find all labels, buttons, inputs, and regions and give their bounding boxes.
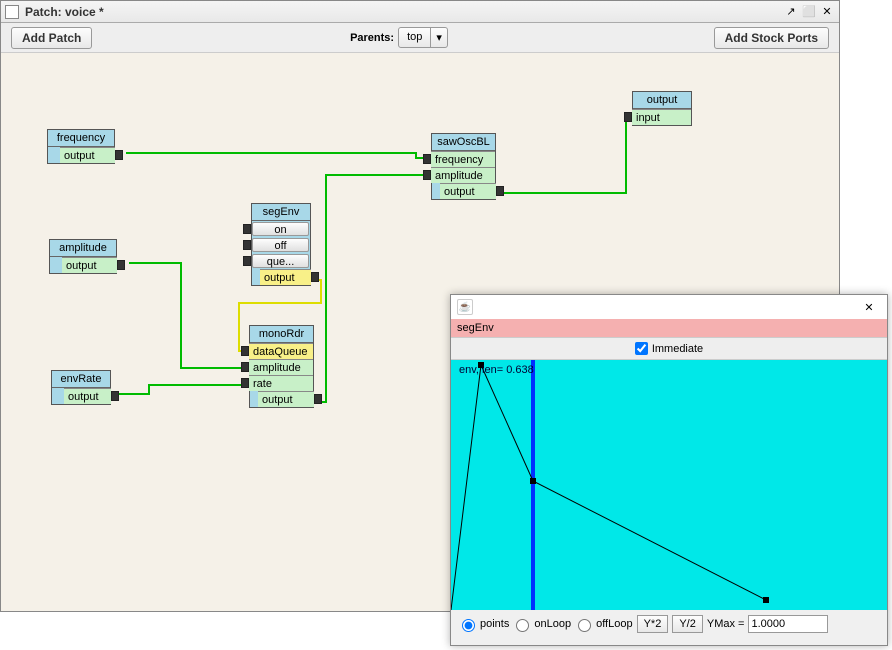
ymax-label: YMax = (707, 618, 745, 630)
detach-icon[interactable]: ↗ (783, 5, 799, 19)
node-output[interactable]: output input (632, 91, 692, 126)
port-in-icon[interactable] (243, 256, 251, 266)
y-div-2-button[interactable]: Y/2 (672, 615, 703, 633)
y-times-2-button[interactable]: Y*2 (637, 615, 669, 633)
immediate-label: Immediate (652, 343, 703, 355)
mode-radio-group: points onLoop offLoop (457, 616, 633, 632)
ymax-input[interactable] (748, 615, 828, 633)
port-que[interactable]: que... (252, 254, 309, 268)
radio-offloop[interactable]: offLoop (573, 616, 633, 632)
node-monordr[interactable]: monoRdr dataQueue amplitude rate output (249, 325, 314, 408)
node-title: segEnv (252, 204, 310, 221)
port-in-icon[interactable] (241, 346, 249, 356)
node-frequency[interactable]: frequency output (47, 129, 115, 164)
port-input[interactable]: input (632, 109, 691, 125)
port-out-icon[interactable] (115, 150, 123, 160)
parents-selected: top (399, 28, 430, 47)
port-out-icon[interactable] (314, 394, 322, 404)
port-amplitude[interactable]: amplitude (249, 359, 313, 375)
node-title: sawOscBL (432, 134, 495, 151)
immediate-checkbox[interactable] (635, 342, 648, 355)
port-amplitude[interactable]: amplitude (431, 167, 495, 183)
envelope-editor-window[interactable]: ☕ ✕ segEnv Immediate env, len= 0.638 poi… (450, 294, 888, 646)
toolbar: Add Patch Parents: top ▾ Add Stock Ports (1, 23, 839, 53)
envelope-canvas[interactable]: env, len= 0.638 (451, 360, 887, 610)
env-length-text: env, len= 0.638 (459, 364, 534, 376)
node-title: output (633, 92, 691, 109)
port-output[interactable]: output (440, 183, 496, 199)
port-frequency[interactable]: frequency (431, 151, 495, 167)
env-titlebar[interactable]: ☕ ✕ (451, 295, 887, 319)
node-title: amplitude (50, 240, 116, 257)
radio-onloop[interactable]: onLoop (511, 616, 571, 632)
radio-onloop-input[interactable] (516, 619, 529, 632)
port-out-icon[interactable] (311, 272, 319, 282)
env-header: segEnv (451, 319, 887, 338)
port-in-icon[interactable] (423, 170, 431, 180)
port-out-icon[interactable] (496, 186, 504, 196)
node-amplitude[interactable]: amplitude output (49, 239, 117, 274)
node-envrate[interactable]: envRate output (51, 370, 111, 405)
window-icon (5, 5, 19, 19)
immediate-row: Immediate (451, 338, 887, 360)
port-in-icon[interactable] (624, 112, 632, 122)
port-output[interactable]: output (60, 147, 115, 163)
port-out-icon[interactable] (117, 260, 125, 270)
parents-label: Parents: (350, 32, 394, 44)
window-title: Patch: voice * (25, 5, 781, 19)
node-segenv[interactable]: segEnv on off que... output (251, 203, 311, 286)
node-title: monoRdr (250, 326, 313, 343)
node-title: frequency (48, 130, 114, 147)
chevron-down-icon[interactable]: ▾ (430, 28, 447, 47)
port-in-icon[interactable] (243, 240, 251, 250)
env-footer: points onLoop offLoop Y*2 Y/2 YMax = (451, 610, 887, 638)
port-on[interactable]: on (252, 222, 309, 236)
java-icon: ☕ (457, 299, 473, 315)
add-patch-button[interactable]: Add Patch (11, 27, 92, 49)
maximize-icon[interactable]: ⬜ (801, 5, 817, 19)
radio-points-input[interactable] (462, 619, 475, 632)
add-stock-ports-button[interactable]: Add Stock Ports (714, 27, 829, 49)
close-icon[interactable]: ✕ (819, 5, 835, 19)
port-in-icon[interactable] (423, 154, 431, 164)
parents-dropdown[interactable]: top ▾ (398, 27, 448, 48)
port-off[interactable]: off (252, 238, 309, 252)
port-rate[interactable]: rate (249, 375, 313, 391)
port-in-icon[interactable] (241, 378, 249, 388)
port-in-icon[interactable] (241, 362, 249, 372)
port-output[interactable]: output (64, 388, 111, 404)
port-in-icon[interactable] (243, 224, 251, 234)
port-output[interactable]: output (62, 257, 117, 273)
radio-points[interactable]: points (457, 616, 509, 632)
node-sawoscbl[interactable]: sawOscBL frequency amplitude output (431, 133, 496, 200)
port-output[interactable]: output (260, 269, 311, 285)
node-title: envRate (52, 371, 110, 388)
port-dataqueue[interactable]: dataQueue (249, 343, 313, 359)
close-icon[interactable]: ✕ (857, 298, 881, 316)
port-output[interactable]: output (258, 391, 314, 407)
titlebar[interactable]: Patch: voice * ↗ ⬜ ✕ (1, 1, 839, 23)
port-out-icon[interactable] (111, 391, 119, 401)
radio-offloop-input[interactable] (578, 619, 591, 632)
